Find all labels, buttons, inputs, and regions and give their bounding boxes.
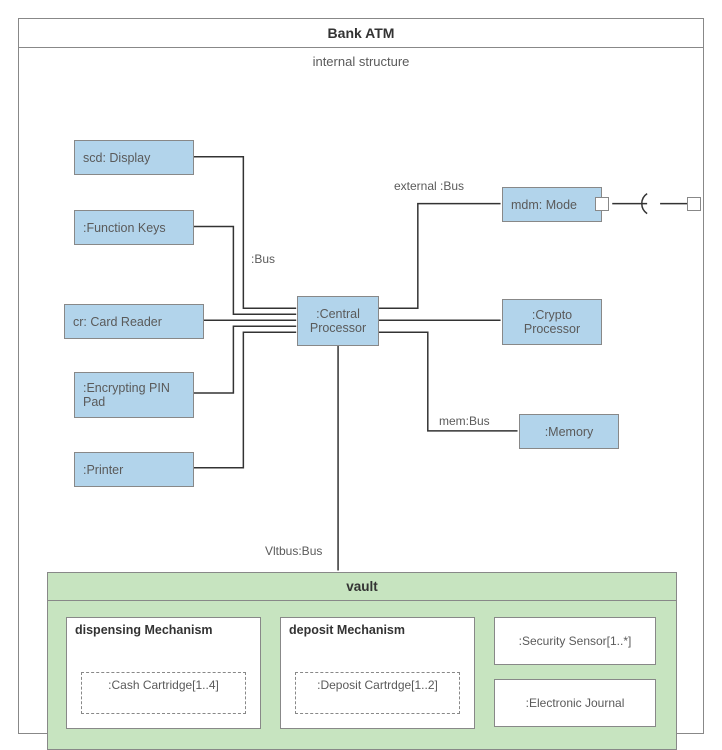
node-label: :Encrypting PIN Pad <box>83 381 185 409</box>
vault-title: vault <box>48 573 676 601</box>
node-central-processor: :Central Processor <box>297 296 379 346</box>
diagram-subtitle: internal structure <box>19 48 703 75</box>
label-vlt-bus: Vltbus:Bus <box>265 544 322 558</box>
node-label: :Central Processor <box>306 307 370 335</box>
node-label: mdm: Mode <box>511 198 577 212</box>
node-memory: :Memory <box>519 414 619 449</box>
node-label: cr: Card Reader <box>73 315 162 329</box>
node-modem: mdm: Mode <box>502 187 602 222</box>
label-external-bus: external :Bus <box>394 179 464 193</box>
diagram-title: Bank ATM <box>19 19 703 48</box>
box-label: :Electronic Journal <box>526 696 625 710</box>
box-label: :Security Sensor[1..*] <box>519 634 632 648</box>
port-modem <box>595 197 609 211</box>
cash-cartridge: :Cash Cartridge[1..4] <box>81 672 246 714</box>
node-display: scd: Display <box>74 140 194 175</box>
deposit-cartridge: :Deposit Cartrdge[1..2] <box>295 672 460 714</box>
node-label: scd: Display <box>83 151 150 165</box>
diagram-canvas: scd: Display :Function Keys cr: Card Rea… <box>19 74 703 733</box>
inner-label: :Cash Cartridge[1..4] <box>108 678 219 692</box>
mech-title: dispensing Mechanism <box>67 618 260 642</box>
node-printer: :Printer <box>74 452 194 487</box>
node-card-reader: cr: Card Reader <box>64 304 204 339</box>
mech-title: deposit Mechanism <box>281 618 474 642</box>
deposit-mechanism: deposit Mechanism :Deposit Cartrdge[1..2… <box>280 617 475 729</box>
node-label: :Crypto Processor <box>511 308 593 336</box>
node-label: :Memory <box>545 425 594 439</box>
label-bus: :Bus <box>251 252 275 266</box>
node-crypto: :Crypto Processor <box>502 299 602 345</box>
diagram-frame: Bank ATM internal structure scd: Display <box>18 18 704 734</box>
label-mem-bus: mem:Bus <box>439 414 490 428</box>
inner-label: :Deposit Cartrdge[1..2] <box>317 678 438 692</box>
security-sensor: :Security Sensor[1..*] <box>494 617 656 665</box>
node-pin-pad: :Encrypting PIN Pad <box>74 372 194 418</box>
dispensing-mechanism: dispensing Mechanism :Cash Cartridge[1..… <box>66 617 261 729</box>
port-external <box>687 197 701 211</box>
vault-container: vault dispensing Mechanism :Cash Cartrid… <box>47 572 677 750</box>
node-function-keys: :Function Keys <box>74 210 194 245</box>
node-label: :Function Keys <box>83 221 166 235</box>
node-label: :Printer <box>83 463 123 477</box>
electronic-journal: :Electronic Journal <box>494 679 656 727</box>
